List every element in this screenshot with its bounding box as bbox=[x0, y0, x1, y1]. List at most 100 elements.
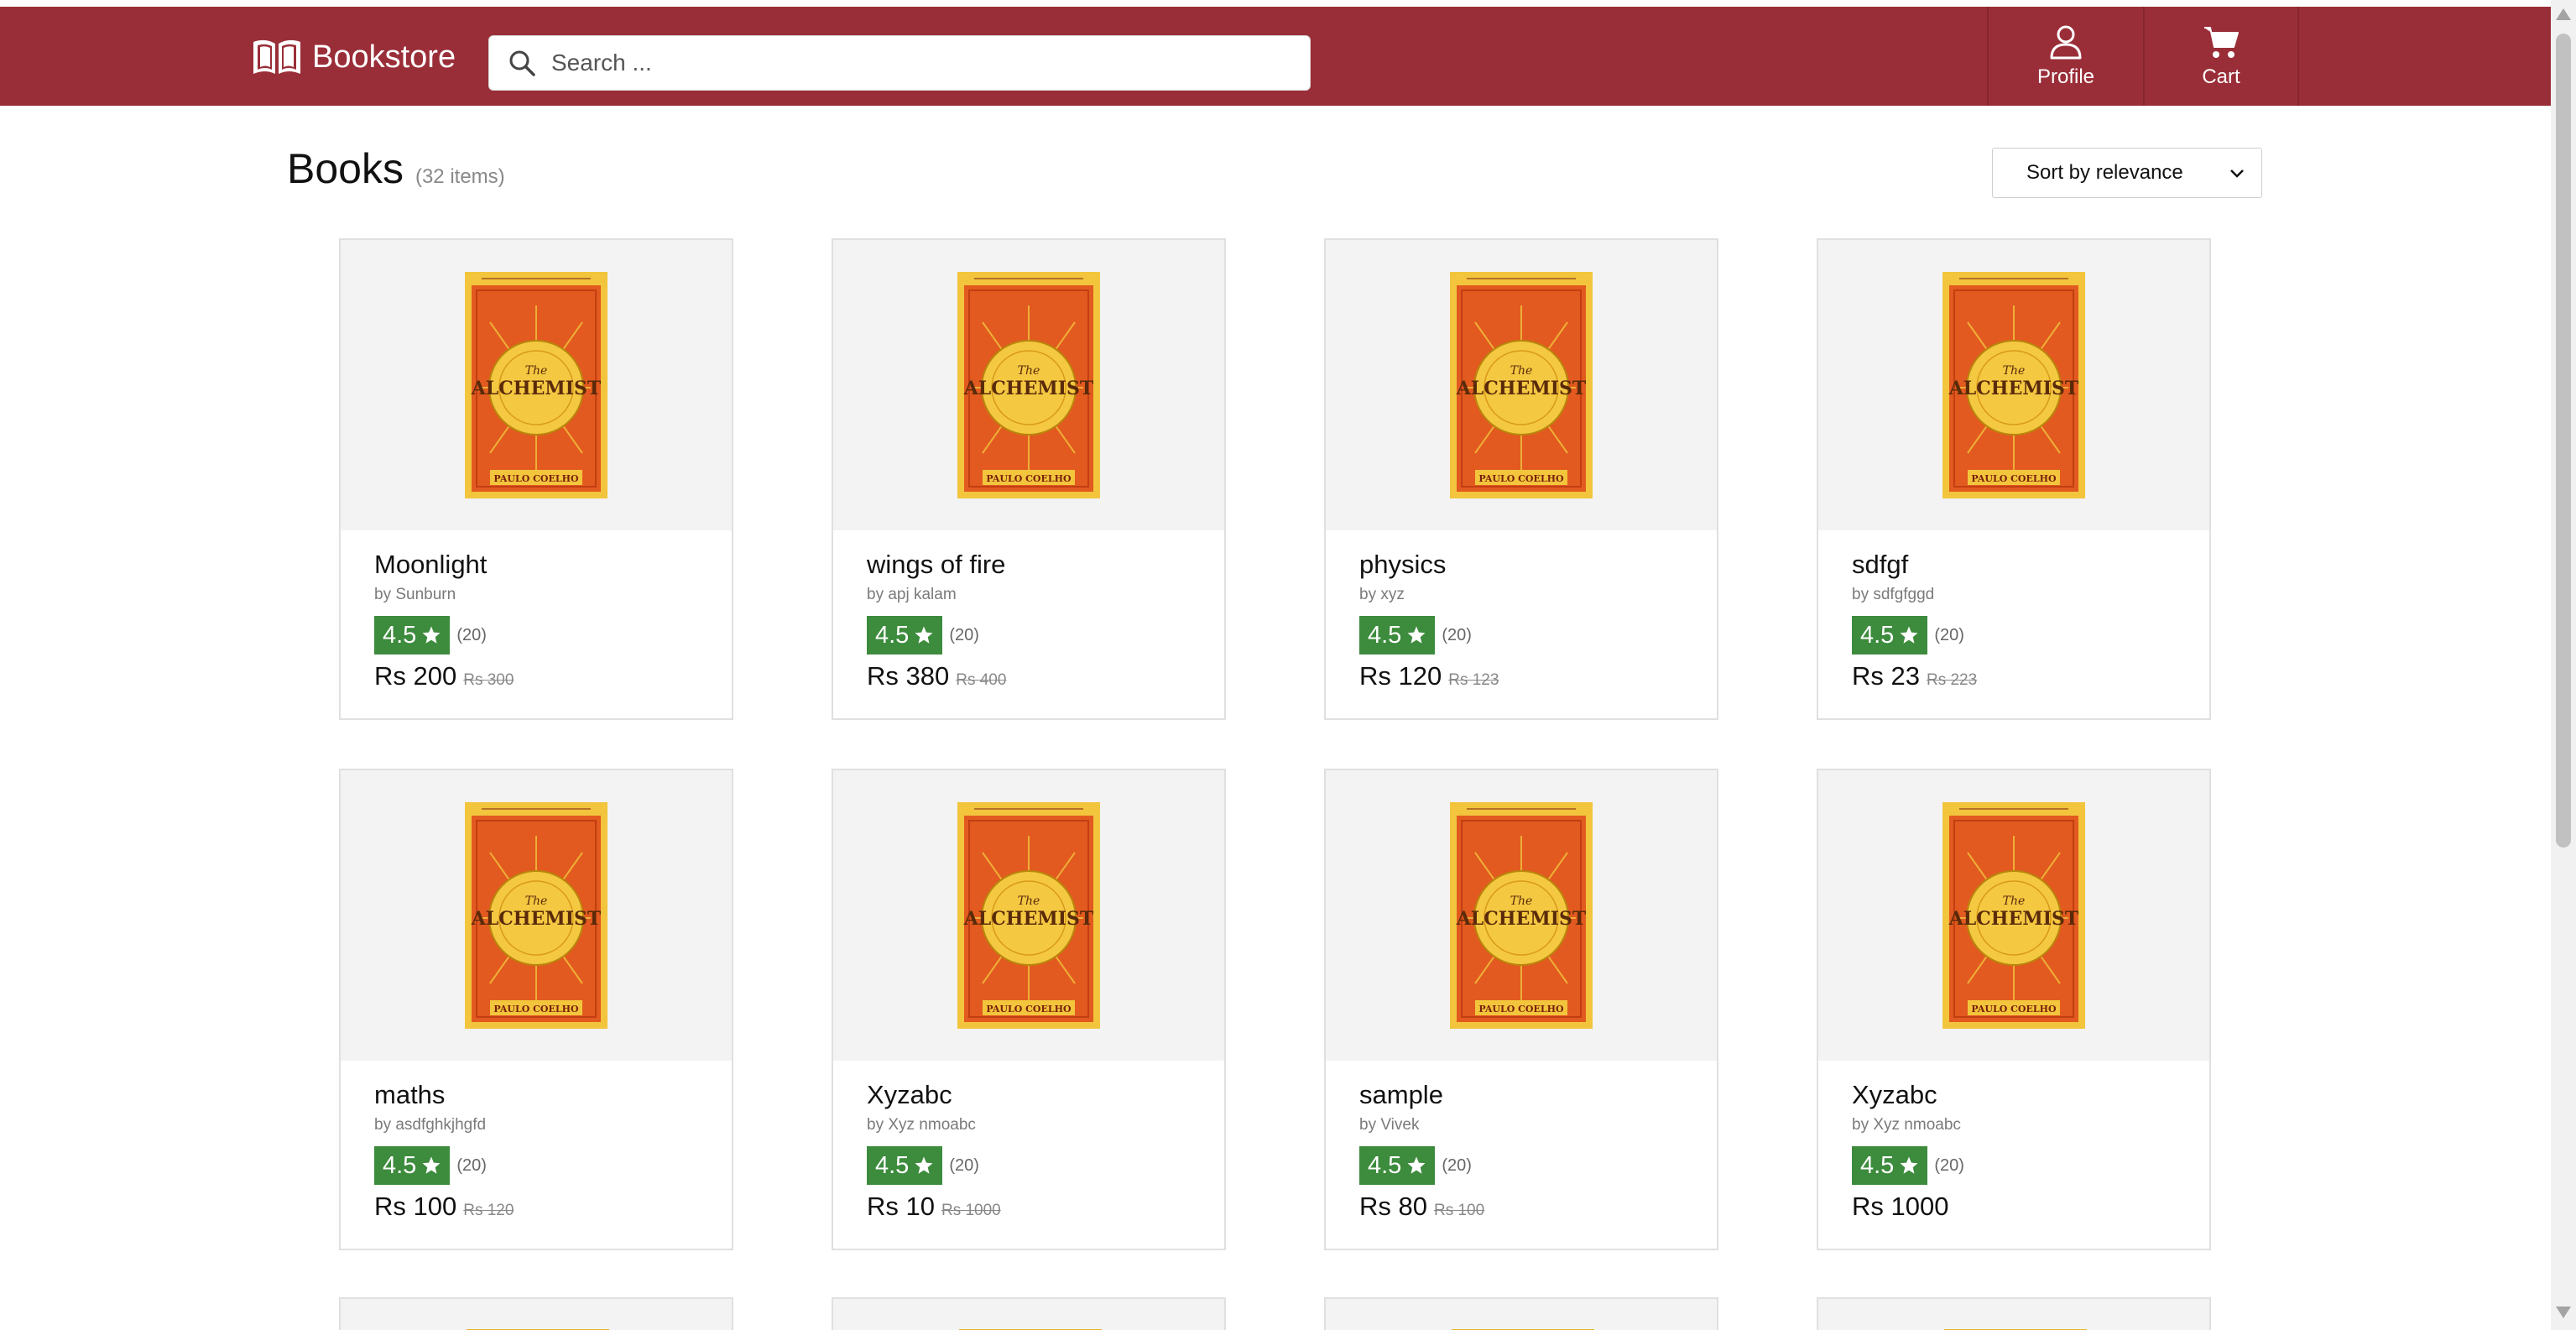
rating-badge: 4.5 bbox=[1359, 616, 1436, 655]
book-author: by sdfgfggd bbox=[1852, 586, 1935, 603]
book-cover-icon: The ALCHEMIST PAULO COELHO bbox=[465, 272, 607, 498]
book-title[interactable]: sample bbox=[1359, 1077, 1683, 1113]
rating-value: 4.5 bbox=[1860, 621, 1895, 649]
item-count: (32 items) bbox=[415, 165, 505, 188]
book-cover-image[interactable]: The ALCHEMIST PAULO COELHO bbox=[1818, 770, 2209, 1061]
cart-button[interactable]: Cart bbox=[2143, 7, 2299, 106]
cover-author: PAULO COELHO bbox=[986, 473, 1072, 484]
rating-badge: 4.5 bbox=[867, 1146, 943, 1185]
book-title[interactable]: Xyzabc bbox=[1852, 1077, 2176, 1113]
price-row: Rs 10 Rs 1000 bbox=[867, 1192, 1191, 1222]
card-details: maths by asdfghkjhgfd 4.5 (20) Rs 100 Rs… bbox=[341, 1061, 732, 1222]
search-input[interactable] bbox=[551, 50, 1290, 76]
book-title[interactable]: wings of fire bbox=[867, 547, 1191, 582]
sort-dropdown[interactable]: Sort by relevance bbox=[1992, 148, 2262, 198]
book-cover-icon: The ALCHEMIST PAULO COELHO bbox=[957, 802, 1100, 1029]
original-price: Rs 223 bbox=[1926, 671, 1978, 689]
book-cover-image[interactable]: The ALCHEMIST PAULO COELHO bbox=[341, 770, 732, 1061]
rating-row: 4.5 (20) bbox=[1359, 1146, 1683, 1185]
card-details: sample by Vivek 4.5 (20) Rs 80 Rs 100 bbox=[1326, 1061, 1717, 1222]
cover-title: ALCHEMIST bbox=[471, 378, 602, 399]
cover-title-top: The bbox=[1018, 364, 1040, 378]
rating-badge: 4.5 bbox=[1852, 1146, 1928, 1185]
rating-count: (20) bbox=[949, 625, 979, 644]
cover-title: ALCHEMIST bbox=[963, 378, 1094, 399]
book-cover-icon: The ALCHEMIST PAULO COELHO bbox=[1942, 272, 2085, 498]
book-title[interactable]: Moonlight bbox=[374, 547, 698, 582]
price-row: Rs 80 Rs 100 bbox=[1359, 1192, 1683, 1222]
star-icon bbox=[1407, 1156, 1426, 1174]
rating-value: 4.5 bbox=[875, 621, 910, 649]
star-icon bbox=[422, 626, 441, 644]
card-details: sdfgf by sdfgfggd 4.5 (20) Rs 23 Rs 223 bbox=[1818, 530, 2209, 691]
star-icon bbox=[915, 626, 933, 644]
rating-value: 4.5 bbox=[383, 1151, 417, 1179]
cover-title-top: The bbox=[1510, 894, 1533, 908]
book-cover-image[interactable]: The ALCHEMIST PAULO COELHO bbox=[1818, 240, 2209, 530]
book-cover-image[interactable]: The ALCHEMIST PAULO COELHO bbox=[341, 240, 732, 530]
book-title[interactable]: Xyzabc bbox=[867, 1077, 1191, 1113]
cover-title-top: The bbox=[525, 364, 548, 378]
star-icon bbox=[422, 1156, 441, 1174]
book-title[interactable]: maths bbox=[374, 1077, 698, 1113]
product-card[interactable]: The ALCHEMIST PAULO COELHO physics by xy… bbox=[1324, 238, 1718, 720]
scroll-thumb[interactable] bbox=[2556, 34, 2571, 848]
book-cover-icon: The ALCHEMIST PAULO COELHO bbox=[957, 272, 1100, 498]
brand-name: Bookstore bbox=[312, 39, 456, 75]
book-author: by Sunburn bbox=[374, 586, 456, 603]
cover-title: ALCHEMIST bbox=[1948, 908, 2079, 930]
product-card-partial[interactable] bbox=[1817, 1297, 2211, 1330]
book-title[interactable]: sdfgf bbox=[1852, 547, 2176, 582]
profile-button[interactable]: Profile bbox=[1987, 7, 2143, 106]
rating-count: (20) bbox=[456, 625, 487, 644]
rating-badge: 4.5 bbox=[374, 616, 451, 655]
cover-title-top: The bbox=[525, 894, 548, 908]
rating-value: 4.5 bbox=[1860, 1151, 1895, 1179]
cover-title-top: The bbox=[2003, 364, 2026, 378]
book-title[interactable]: physics bbox=[1359, 547, 1683, 582]
user-icon bbox=[2050, 25, 2082, 60]
product-card[interactable]: The ALCHEMIST PAULO COELHO Xyzabc by Xyz… bbox=[832, 769, 1226, 1250]
card-details: wings of fire by apj kalam 4.5 (20) Rs 3… bbox=[833, 530, 1224, 691]
product-card[interactable]: The ALCHEMIST PAULO COELHO Xyzabc by Xyz… bbox=[1817, 769, 2211, 1250]
brand-logo[interactable]: Bookstore bbox=[250, 34, 456, 81]
rating-badge: 4.5 bbox=[374, 1146, 451, 1185]
product-card[interactable]: The ALCHEMIST PAULO COELHO sdfgf by sdfg… bbox=[1817, 238, 2211, 720]
book-cover-icon: The ALCHEMIST PAULO COELHO bbox=[465, 802, 607, 1029]
price-row: Rs 380 Rs 400 bbox=[867, 661, 1191, 691]
cover-title-top: The bbox=[1018, 894, 1040, 908]
product-card[interactable]: The ALCHEMIST PAULO COELHO Moonlight by … bbox=[339, 238, 733, 720]
book-author: by Vivek bbox=[1359, 1116, 1420, 1134]
cover-title: ALCHEMIST bbox=[963, 908, 1094, 930]
next-row-partial bbox=[339, 1297, 2212, 1330]
profile-label: Profile bbox=[2036, 65, 2095, 88]
rating-value: 4.5 bbox=[1368, 621, 1402, 649]
book-cover-image[interactable]: The ALCHEMIST PAULO COELHO bbox=[833, 770, 1224, 1061]
price-row: Rs 23 Rs 223 bbox=[1852, 661, 2176, 691]
product-card-partial[interactable] bbox=[1324, 1297, 1718, 1330]
book-cover-image[interactable]: The ALCHEMIST PAULO COELHO bbox=[1326, 770, 1717, 1061]
book-author: by asdfghkjhgfd bbox=[374, 1116, 487, 1134]
product-card-partial[interactable] bbox=[339, 1297, 733, 1330]
rating-count: (20) bbox=[949, 1155, 979, 1175]
page-scrollbar[interactable] bbox=[2551, 0, 2576, 1330]
product-card-partial[interactable] bbox=[832, 1297, 1226, 1330]
original-price: Rs 123 bbox=[1448, 671, 1499, 689]
price: Rs 100 bbox=[374, 1192, 457, 1221]
product-card[interactable]: The ALCHEMIST PAULO COELHO wings of fire… bbox=[832, 238, 1226, 720]
cover-author: PAULO COELHO bbox=[1971, 473, 2057, 484]
scroll-up-arrow-icon[interactable] bbox=[2556, 8, 2571, 20]
price-row: Rs 120 Rs 123 bbox=[1359, 661, 1683, 691]
rating-badge: 4.5 bbox=[867, 616, 943, 655]
book-author: by xyz bbox=[1359, 586, 1405, 603]
cover-title: ALCHEMIST bbox=[1456, 908, 1587, 930]
rating-row: 4.5 (20) bbox=[1852, 616, 2176, 655]
chevron-down-icon bbox=[2230, 170, 2244, 178]
product-card[interactable]: The ALCHEMIST PAULO COELHO sample by Viv… bbox=[1324, 769, 1718, 1250]
rating-count: (20) bbox=[456, 1155, 487, 1175]
book-cover-image[interactable]: The ALCHEMIST PAULO COELHO bbox=[1326, 240, 1717, 530]
product-card[interactable]: The ALCHEMIST PAULO COELHO maths by asdf… bbox=[339, 769, 733, 1250]
scroll-down-arrow-icon[interactable] bbox=[2556, 1307, 2571, 1318]
original-price: Rs 400 bbox=[956, 671, 1007, 689]
book-cover-image[interactable]: The ALCHEMIST PAULO COELHO bbox=[833, 240, 1224, 530]
